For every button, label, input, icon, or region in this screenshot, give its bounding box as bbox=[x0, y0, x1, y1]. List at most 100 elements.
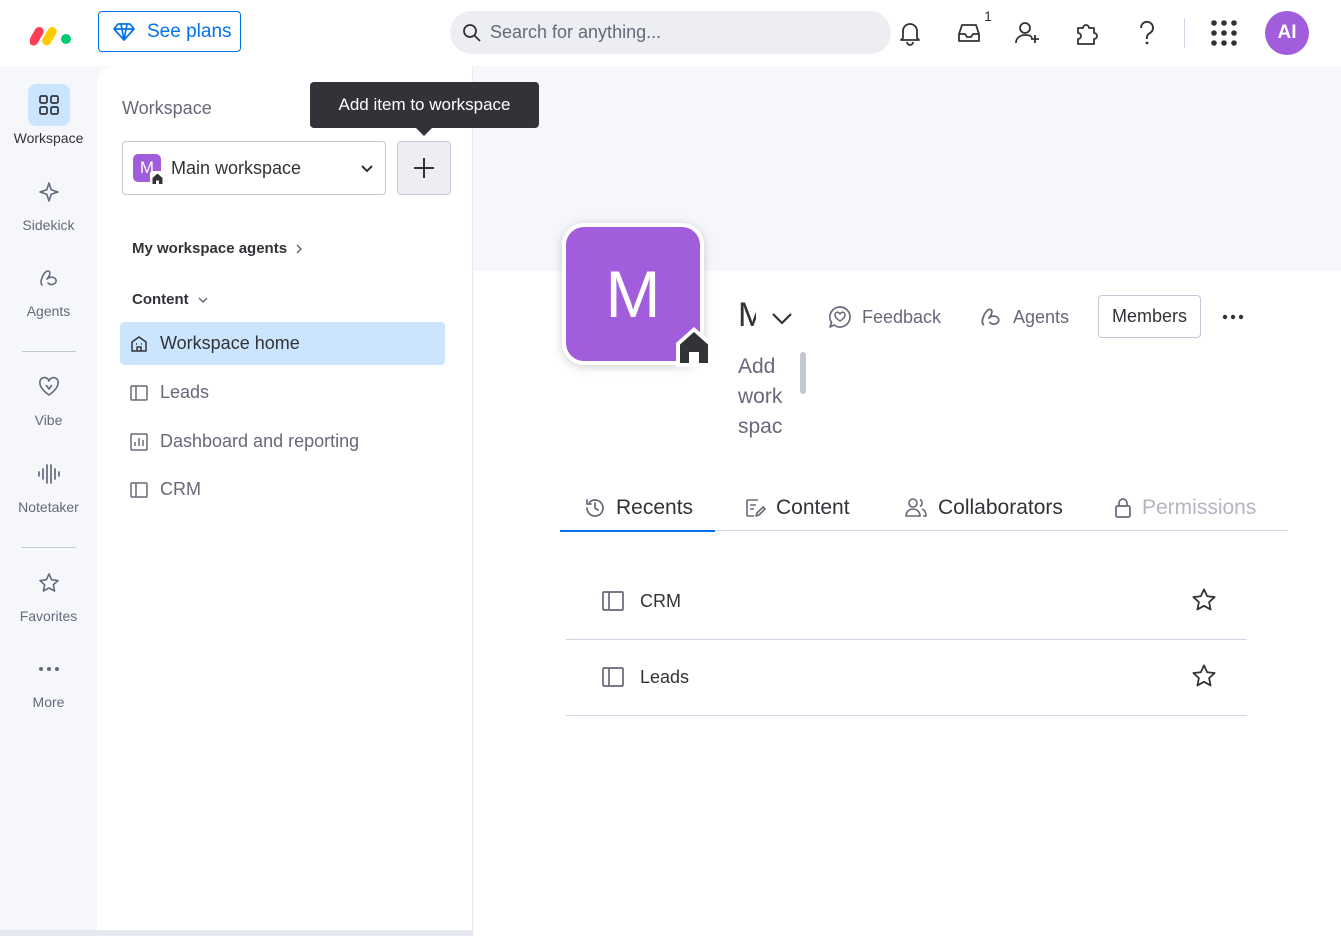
nav-label-leads: Leads bbox=[160, 382, 210, 402]
feedback-icon bbox=[829, 306, 851, 328]
chevron-down-icon bbox=[361, 165, 373, 173]
diamond-icon bbox=[113, 22, 135, 41]
workspace-title[interactable]: Main workspace bbox=[738, 296, 756, 340]
content-icon bbox=[746, 498, 766, 517]
nav-item-leads[interactable]: Leads bbox=[120, 371, 445, 414]
tab-label-collaborators: Collaborators bbox=[938, 495, 1063, 519]
workspace-avatar-letter: M bbox=[605, 257, 661, 331]
chevron-down-icon[interactable] bbox=[770, 306, 794, 330]
rail-label-vibe: Vibe bbox=[34, 412, 63, 428]
people-icon bbox=[905, 497, 927, 517]
recent-item-leads[interactable]: Leads bbox=[566, 639, 1247, 716]
workspace-badge: M bbox=[133, 154, 165, 186]
search-icon bbox=[463, 23, 481, 42]
nav-item-workspace-home[interactable]: Workspace home bbox=[120, 322, 445, 365]
home-icon bbox=[676, 327, 712, 367]
tab-recents[interactable]: Recents bbox=[559, 484, 716, 532]
rail-label-workspace: Workspace bbox=[13, 130, 84, 146]
add-item-button[interactable] bbox=[397, 141, 451, 195]
see-plans-button[interactable]: See plans bbox=[98, 11, 241, 52]
top-bar: See plans Search for anything... 1 AI bbox=[0, 0, 1341, 66]
rail-divider bbox=[22, 547, 76, 548]
search-input[interactable]: Search for anything... bbox=[450, 11, 891, 54]
agents-icon bbox=[981, 308, 1000, 326]
grid-icon bbox=[38, 95, 59, 115]
rail-item-favorites[interactable]: Favorites bbox=[0, 562, 97, 624]
rail-item-sidekick[interactable]: Sidekick bbox=[0, 171, 97, 233]
content-section-toggle[interactable]: Content bbox=[132, 291, 209, 308]
left-rail: Workspace Sidekick Agents Vibe Notetaker… bbox=[0, 66, 97, 936]
workspace-name: Main workspace bbox=[171, 157, 302, 178]
waveform-icon bbox=[37, 464, 60, 484]
star-icon[interactable] bbox=[1191, 663, 1217, 689]
lock-icon bbox=[1115, 497, 1131, 518]
plus-icon bbox=[414, 158, 434, 178]
home-outline-icon bbox=[131, 335, 147, 352]
more-horizontal-icon[interactable] bbox=[1220, 304, 1246, 330]
content-section-label: Content bbox=[132, 291, 189, 308]
board-icon bbox=[602, 667, 624, 687]
apps-marketplace-button[interactable] bbox=[1072, 18, 1102, 48]
rail-divider bbox=[22, 351, 76, 352]
home-icon bbox=[150, 171, 165, 186]
description-scrollbar[interactable] bbox=[800, 352, 806, 394]
recent-item-crm[interactable]: CRM bbox=[566, 563, 1247, 640]
tooltip-text: Add item to workspace bbox=[338, 95, 511, 114]
chevron-right-icon bbox=[296, 243, 303, 254]
rail-label-favorites: Favorites bbox=[19, 608, 78, 624]
tab-permissions[interactable]: Permissions bbox=[1114, 484, 1256, 531]
inbox-icon bbox=[958, 24, 980, 42]
nav-label-crm: CRM bbox=[160, 479, 201, 499]
add-user-icon bbox=[1015, 22, 1039, 44]
heart-icon bbox=[38, 376, 59, 396]
tab-collaborators[interactable]: Collaborators bbox=[904, 484, 1063, 531]
recent-item-label: CRM bbox=[640, 590, 681, 611]
workspace-description[interactable]: Add work spac bbox=[738, 352, 794, 442]
invite-members-button[interactable] bbox=[1013, 18, 1043, 48]
app-switcher-button[interactable] bbox=[1209, 18, 1239, 48]
nav-label-workspace-home: Workspace home bbox=[160, 333, 300, 353]
board-icon bbox=[130, 481, 148, 498]
more-horizontal-icon bbox=[38, 667, 59, 671]
monday-logo[interactable] bbox=[30, 18, 74, 46]
nav-item-crm[interactable]: CRM bbox=[120, 468, 445, 511]
workspace-agents-link[interactable]: My workspace agents bbox=[132, 240, 303, 257]
description-line: work bbox=[738, 385, 783, 408]
rail-item-more[interactable]: More bbox=[0, 648, 97, 710]
tab-label-content: Content bbox=[776, 495, 850, 519]
question-icon bbox=[1140, 20, 1154, 45]
rail-item-workspace[interactable]: Workspace bbox=[0, 84, 97, 146]
feedback-button[interactable]: Feedback bbox=[828, 296, 941, 338]
board-icon bbox=[602, 591, 624, 611]
nav-label-dashboard: Dashboard and reporting bbox=[160, 431, 360, 451]
sparkle-icon bbox=[38, 182, 59, 202]
tab-label-permissions: Permissions bbox=[1142, 495, 1257, 519]
star-icon bbox=[38, 573, 59, 592]
rail-item-vibe[interactable]: Vibe bbox=[0, 366, 97, 428]
members-label: Members bbox=[1111, 306, 1187, 326]
rail-item-notetaker[interactable]: Notetaker bbox=[0, 453, 97, 515]
workspace-agents-label: My workspace agents bbox=[132, 240, 288, 257]
nav-item-dashboard[interactable]: Dashboard and reporting bbox=[120, 420, 445, 463]
tab-content[interactable]: Content bbox=[744, 484, 850, 531]
tab-label-recents: Recents bbox=[616, 495, 694, 519]
star-icon[interactable] bbox=[1191, 587, 1217, 613]
agents-button[interactable]: Agents bbox=[979, 296, 1069, 338]
user-avatar[interactable]: AI bbox=[1265, 11, 1309, 55]
workspace-dropdown[interactable]: M Main workspace bbox=[122, 141, 386, 195]
rail-label-notetaker: Notetaker bbox=[18, 499, 79, 515]
workspace-tabs: Recents Content Collaborators Permission… bbox=[559, 484, 1288, 532]
members-button[interactable]: Members bbox=[1098, 295, 1201, 338]
inbox-button[interactable] bbox=[954, 18, 984, 48]
rail-item-agents[interactable]: Agents bbox=[0, 257, 97, 319]
workspace-panel: Workspace M Main workspace My workspace … bbox=[97, 66, 473, 932]
board-icon bbox=[130, 384, 148, 401]
panel-bottom-edge bbox=[0, 930, 473, 936]
description-line: spac bbox=[738, 415, 783, 438]
notifications-button[interactable] bbox=[895, 18, 925, 48]
main-content: M Main workspace Add work spac Feedback … bbox=[474, 66, 1341, 936]
agents-icon bbox=[39, 270, 57, 286]
help-button[interactable] bbox=[1132, 18, 1162, 48]
rail-label-more: More bbox=[32, 694, 65, 710]
rail-label-sidekick: Sidekick bbox=[22, 217, 75, 233]
